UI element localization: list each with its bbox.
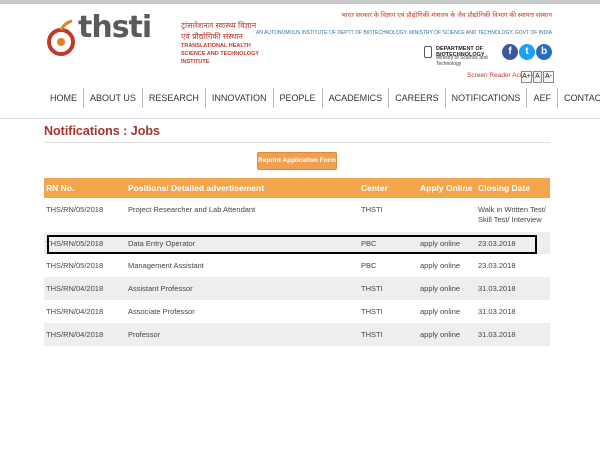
logo-mark-icon (47, 19, 75, 56)
center-cell: THSTI (361, 330, 383, 339)
rn-no-cell: THS/RN/04/2018 (46, 307, 104, 316)
header-english-line: AN AUTONOMOUS INSTITUTE OF DEPTT OF BIOT… (256, 30, 552, 36)
table-row: THS/RN/04/2018 Assistant Professor THSTI… (44, 277, 550, 300)
table-row: THS/RN/04/2018 Professor THSTI apply onl… (44, 323, 550, 346)
apply-online-link[interactable]: apply online (420, 284, 460, 293)
table-header: RN No. Positions/ Detailed advertisement… (44, 178, 550, 198)
blog-icon[interactable]: b (536, 44, 552, 60)
header-center: Center (361, 183, 388, 193)
apply-online-link[interactable]: apply online (420, 261, 460, 270)
rn-no-cell: THS/RN/05/2018 (46, 205, 104, 214)
nav-aef[interactable]: AEF (527, 88, 558, 108)
table-row: THS/RN/05/2018 Project Researcher and La… (44, 198, 550, 232)
facebook-icon[interactable]: f (502, 44, 518, 60)
nav-innovation[interactable]: INNOVATION (206, 88, 274, 108)
nav-academics[interactable]: ACADEMICS (323, 88, 390, 108)
position-link[interactable]: Associate Professor (128, 307, 195, 316)
position-link[interactable]: Assistant Professor (128, 284, 193, 293)
nav-divider (0, 118, 600, 119)
center-cell: THSTI (361, 284, 383, 293)
nav-research[interactable]: RESEARCH (143, 88, 206, 108)
jobs-table: RN No. Positions/ Detailed advertisement… (44, 178, 550, 346)
position-link[interactable]: Project Researcher and Lab Attendant (128, 205, 255, 214)
nav-notifications[interactable]: NOTIFICATIONS (446, 88, 528, 108)
center-cell: THSTI (361, 205, 383, 214)
table-row: THS/RN/04/2018 Associate Professor THSTI… (44, 300, 550, 323)
top-bar (0, 0, 600, 4)
page-title: Notifications : Jobs (44, 124, 160, 138)
header-closing-date: Closing Date (478, 183, 530, 193)
emblem-icon (424, 46, 432, 58)
closing-date-cell: 31.03.2018 (478, 330, 516, 339)
header-hindi-line: भारत सरकार के विज्ञान एवं प्रौद्योगिकी म… (341, 12, 552, 19)
dbt-emblem[interactable]: DEPARTMENT OF BIOTECHNOLOGY Ministry of … (424, 44, 504, 67)
header-apply-online: Apply Online (420, 183, 473, 193)
nav-contact-us[interactable]: CONTACT US (558, 88, 600, 108)
title-divider (44, 142, 550, 143)
nav-home[interactable]: HOME (44, 88, 84, 108)
logo-hindi-name: ट्रांसलेशनल स्वास्थ्य विज्ञान एवं प्रौद्… (181, 21, 257, 41)
nav-people[interactable]: PEOPLE (274, 88, 323, 108)
thsti-logo[interactable]: thsti ट्रांसलेशनल स्वास्थ्य विज्ञान एवं … (44, 10, 259, 66)
center-cell: THSTI (361, 307, 383, 316)
apply-online-link[interactable]: apply online (420, 307, 460, 316)
nav-careers[interactable]: CAREERS (389, 88, 446, 108)
font-increase-button[interactable]: A+ (521, 71, 532, 83)
header-positions: Positions/ Detailed advertisement (128, 183, 265, 193)
closing-date-cell: 31.03.2018 (478, 284, 516, 293)
dbt-subtitle: Ministry of Science and Technology (436, 55, 488, 67)
header-rn-no: RN No. (46, 183, 75, 193)
font-normal-button[interactable]: A (533, 71, 542, 83)
logo-wordmark: thsti (78, 10, 152, 45)
position-link[interactable]: Professor (128, 330, 160, 339)
logo-english-name: TRANSLATIONAL HEALTH SCIENCE AND TECHNOL… (181, 43, 259, 65)
nav-about-us[interactable]: ABOUT US (84, 88, 143, 108)
reprint-application-button[interactable]: Reprint Application Form (257, 152, 337, 170)
twitter-icon[interactable]: t (519, 44, 535, 60)
closing-date-cell: Walk in Written Test/ Skill Test/ Interv… (478, 205, 546, 224)
main-nav: HOME ABOUT US RESEARCH INNOVATION PEOPLE… (44, 88, 600, 110)
rn-no-cell: THS/RN/05/2018 (46, 261, 104, 270)
rn-no-cell: THS/RN/04/2018 (46, 330, 104, 339)
closing-date-cell: 23.03.2018 (478, 261, 516, 270)
table-row: THS/RN/05/2018 Management Assistant PBC … (44, 254, 550, 277)
closing-date-cell: 31.03.2018 (478, 307, 516, 316)
rn-no-cell: THS/RN/04/2018 (46, 284, 104, 293)
apply-online-link[interactable]: apply online (420, 330, 460, 339)
position-link[interactable]: Management Assistant (128, 261, 204, 270)
font-decrease-button[interactable]: A- (543, 71, 554, 83)
row-highlight-box (47, 235, 537, 254)
center-cell: PBC (361, 261, 377, 270)
